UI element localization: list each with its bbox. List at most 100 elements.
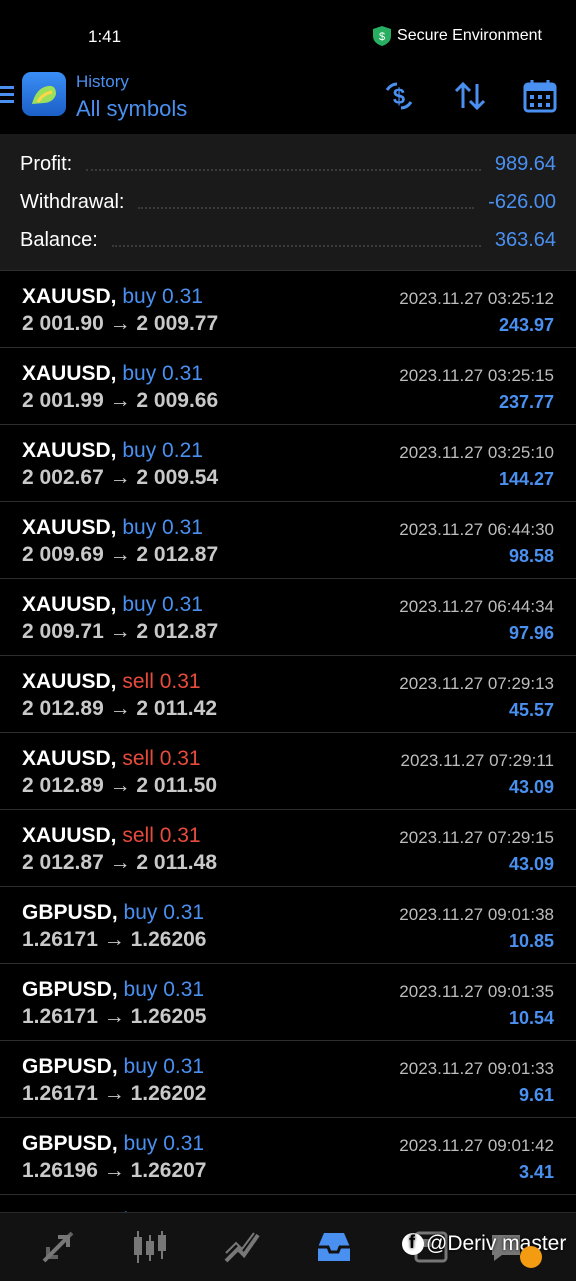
deal-row[interactable]: GBPUSD, buy 0.31 1.26171 → 1.26205 2023.11… bbox=[0, 964, 576, 1041]
quotes-icon[interactable] bbox=[38, 1227, 78, 1267]
svg-text:$: $ bbox=[393, 84, 405, 109]
deal-profit: 43.09 bbox=[508, 854, 554, 874]
deal-prices: 1.26171 → 1.26205 bbox=[22, 1005, 207, 1028]
deal-profit: 237.77 bbox=[498, 392, 554, 412]
deal-direction: buy 0.31 bbox=[122, 593, 203, 616]
deal-direction: buy 0.31 bbox=[122, 516, 203, 539]
deal-direction: buy 0.31 bbox=[122, 362, 203, 385]
deal-list: XAUUSD, buy 0.31 2 001.90 → 2 009.77 2023.… bbox=[0, 271, 576, 1272]
deal-symbol: XAUUSD, bbox=[22, 516, 117, 539]
deal-prices: 2 012.87 → 2 011.48 bbox=[22, 851, 217, 874]
deal-symbol: XAUUSD, bbox=[22, 439, 117, 462]
deal-prices: 2 001.90 → 2 009.77 bbox=[22, 312, 219, 335]
withdrawal-row: Withdrawal: -626.00 bbox=[20, 184, 556, 220]
deal-direction: buy 0.31 bbox=[122, 285, 203, 308]
menu-icon[interactable] bbox=[0, 86, 14, 104]
deal-row[interactable]: XAUUSD, buy 0.21 2 002.67 → 2 009.54 2023.… bbox=[0, 425, 576, 502]
deal-prices: 1.26171 → 1.26206 bbox=[22, 928, 207, 951]
dotted-leader bbox=[111, 245, 481, 247]
history-icon[interactable] bbox=[314, 1227, 354, 1267]
deal-prices: 1.26196 → 1.26207 bbox=[22, 1159, 207, 1182]
deal-symbol: XAUUSD, bbox=[22, 362, 117, 385]
deal-symbol-line: XAUUSD, buy 0.31 bbox=[22, 362, 203, 386]
trade-icon[interactable] bbox=[222, 1227, 262, 1267]
secure-environment-indicator: $ Secure Environment bbox=[373, 26, 542, 46]
deal-row[interactable]: XAUUSD, buy 0.31 2 009.71 → 2 012.87 2023.… bbox=[0, 579, 576, 656]
svg-text:$: $ bbox=[379, 31, 385, 43]
deal-symbol: XAUUSD, bbox=[22, 593, 117, 616]
profit-row: Profit: 989.64 bbox=[20, 146, 556, 182]
deal-direction: buy 0.31 bbox=[123, 1132, 205, 1155]
deal-symbol: XAUUSD, bbox=[22, 670, 117, 693]
deal-direction: buy 0.31 bbox=[123, 978, 205, 1001]
deal-time: 2023.11.27 07:29:13 bbox=[399, 674, 554, 693]
profit-value: 989.64 bbox=[494, 152, 556, 175]
deal-prices: 2 012.89 → 2 011.42 bbox=[22, 697, 217, 720]
deal-symbol: GBPUSD, bbox=[22, 901, 118, 924]
deal-direction: sell 0.31 bbox=[122, 824, 201, 847]
deal-time: 2023.11.27 03:25:15 bbox=[399, 366, 554, 385]
profit-label: Profit: bbox=[20, 152, 73, 175]
deal-time: 2023.11.27 07:29:15 bbox=[399, 828, 554, 847]
balance-label: Balance: bbox=[20, 228, 98, 251]
deal-symbol-line: GBPUSD, buy 0.31 bbox=[22, 901, 204, 925]
deal-row[interactable]: XAUUSD, sell 0.31 2 012.87 → 2 011.48 2023… bbox=[0, 810, 576, 887]
deal-row[interactable]: XAUUSD, sell 0.31 2 012.89 → 2 011.50 2023… bbox=[0, 733, 576, 810]
deal-symbol-line: XAUUSD, sell 0.31 bbox=[22, 747, 201, 771]
deal-profit: 3.41 bbox=[518, 1162, 554, 1182]
deal-symbol-line: GBPUSD, buy 0.31 bbox=[22, 1132, 204, 1156]
deal-time: 2023.11.27 09:01:38 bbox=[399, 905, 554, 924]
deal-profit: 45.57 bbox=[508, 700, 554, 720]
deal-prices: 1.26171 → 1.26202 bbox=[22, 1082, 207, 1105]
chart-icon[interactable] bbox=[130, 1227, 170, 1267]
deal-symbol: GBPUSD, bbox=[22, 1055, 118, 1078]
deal-symbol: XAUUSD, bbox=[22, 285, 117, 308]
app-logo-icon bbox=[32, 85, 56, 104]
sort-icon[interactable] bbox=[452, 78, 488, 114]
deal-row[interactable]: GBPUSD, buy 0.31 1.26196 → 1.26207 2023.11… bbox=[0, 1118, 576, 1195]
header-title[interactable]: All symbols bbox=[76, 96, 187, 122]
deal-profit: 97.96 bbox=[508, 623, 554, 643]
deal-prices: 2 001.99 → 2 009.66 bbox=[22, 389, 219, 412]
deal-time: 2023.11.27 06:44:30 bbox=[399, 520, 554, 539]
deal-symbol: XAUUSD, bbox=[22, 824, 117, 847]
deal-symbol: GBPUSD, bbox=[22, 1132, 118, 1155]
status-bar: 1:41 $ Secure Environment bbox=[0, 0, 576, 70]
deal-row[interactable]: GBPUSD, buy 0.31 1.26171 → 1.26206 2023.11… bbox=[0, 887, 576, 964]
deal-time: 2023.11.27 07:29:11 bbox=[400, 751, 554, 770]
deal-time: 2023.11.27 09:01:35 bbox=[399, 982, 554, 1001]
deal-time: 2023.11.27 06:44:34 bbox=[399, 597, 554, 616]
deposit-withdraw-icon[interactable]: $ bbox=[381, 78, 417, 114]
deal-direction: buy 0.31 bbox=[123, 901, 205, 924]
calendar-icon[interactable] bbox=[522, 78, 558, 114]
deal-symbol-line: GBPUSD, buy 0.31 bbox=[22, 978, 204, 1002]
deal-symbol-line: XAUUSD, sell 0.31 bbox=[22, 824, 201, 848]
deal-symbol-line: XAUUSD, buy 0.31 bbox=[22, 285, 203, 309]
deal-prices: 2 009.71 → 2 012.87 bbox=[22, 620, 219, 643]
watermark: @Deriv master bbox=[402, 1232, 566, 1256]
secure-label: Secure Environment bbox=[397, 27, 542, 44]
deal-time: 2023.11.27 09:01:33 bbox=[399, 1059, 554, 1078]
deal-row[interactable]: XAUUSD, buy 0.31 2 001.99 → 2 009.66 2023.… bbox=[0, 348, 576, 425]
deal-row[interactable]: XAUUSD, buy 0.31 2 009.69 → 2 012.87 2023.… bbox=[0, 502, 576, 579]
deal-symbol-line: XAUUSD, sell 0.31 bbox=[22, 670, 201, 694]
balance-row: Balance: 363.64 bbox=[20, 222, 556, 258]
deal-row[interactable]: GBPUSD, buy 0.31 1.26171 → 1.26202 2023.11… bbox=[0, 1041, 576, 1118]
status-time: 1:41 bbox=[88, 27, 122, 46]
deal-symbol: XAUUSD, bbox=[22, 747, 117, 770]
deal-row[interactable]: XAUUSD, buy 0.31 2 001.90 → 2 009.77 2023.… bbox=[0, 271, 576, 348]
deal-profit: 98.58 bbox=[508, 546, 554, 566]
deal-symbol-line: XAUUSD, buy 0.21 bbox=[22, 439, 203, 463]
deal-time: 2023.11.27 09:01:42 bbox=[399, 1136, 554, 1155]
deal-row[interactable]: XAUUSD, sell 0.31 2 012.89 → 2 011.42 2023… bbox=[0, 656, 576, 733]
balance-value: 363.64 bbox=[494, 228, 556, 251]
app-logo[interactable] bbox=[22, 72, 66, 116]
header-subtitle: History bbox=[76, 72, 129, 91]
deal-profit: 144.27 bbox=[498, 469, 554, 489]
deal-prices: 2 009.69 → 2 012.87 bbox=[22, 543, 219, 566]
deal-symbol: GBPUSD, bbox=[22, 978, 118, 1001]
shield-icon: $ bbox=[373, 26, 392, 46]
deal-direction: sell 0.31 bbox=[122, 747, 201, 770]
deal-prices: 2 002.67 → 2 009.54 bbox=[22, 466, 219, 489]
deal-direction: sell 0.31 bbox=[122, 670, 201, 693]
